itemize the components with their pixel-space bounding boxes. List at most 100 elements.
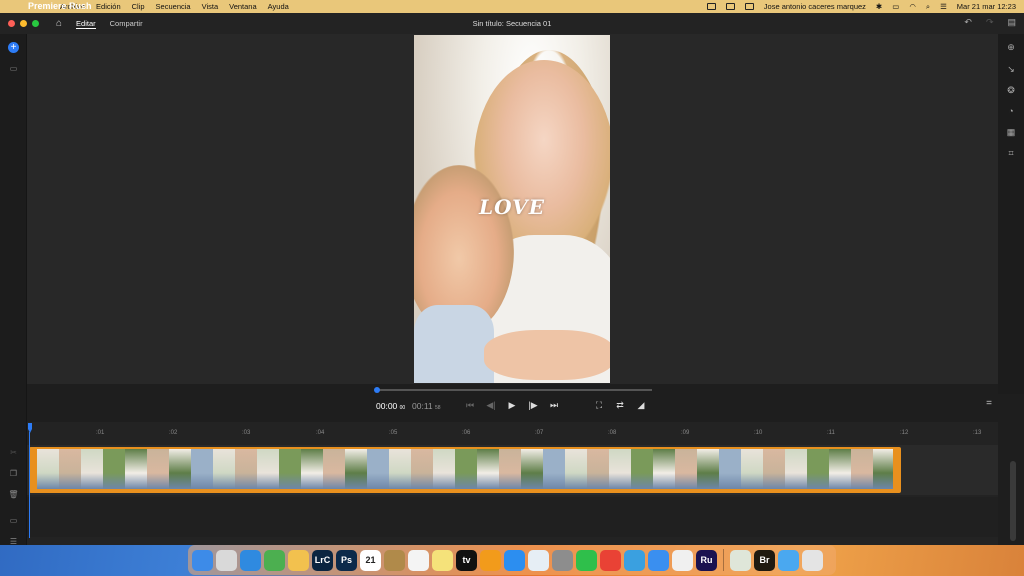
photos-icon[interactable] xyxy=(288,549,309,571)
audio-icon[interactable]: ▦ xyxy=(1006,127,1016,137)
title-bar: ⌂ Editar Compartir Sin título: Secuencia… xyxy=(0,13,1024,34)
app-window: ⌂ Editar Compartir Sin título: Secuencia… xyxy=(0,13,1024,545)
preview-icon[interactable] xyxy=(528,549,549,571)
time-ruler[interactable]: :01 :02 :03 :04 :05 :06 :07 :08 :09 :10 … xyxy=(27,422,998,444)
menu-edicion[interactable]: Edición xyxy=(96,2,121,11)
folder-icon[interactable] xyxy=(778,549,799,571)
menu-secuencia[interactable]: Secuencia xyxy=(156,2,191,11)
clock[interactable]: Mar 21 mar 12:23 xyxy=(957,2,1016,11)
screenshot-icon[interactable] xyxy=(730,549,751,571)
notes-yellow-icon[interactable] xyxy=(432,549,453,571)
zoom-window-button[interactable] xyxy=(32,20,39,27)
duplicate-icon[interactable]: ❐ xyxy=(8,469,19,478)
video-track xyxy=(27,445,998,495)
timeline[interactable]: :01 :02 :03 :04 :05 :06 :07 :08 :09 :10 … xyxy=(27,422,998,545)
home-icon[interactable]: ⌂ xyxy=(56,18,62,29)
titles-icon[interactable]: ⊕ xyxy=(1006,42,1016,52)
color-icon[interactable]: ❂ xyxy=(1006,85,1016,95)
creative-cloud-icon[interactable] xyxy=(725,3,735,10)
clip-thumbnail xyxy=(81,449,103,489)
scrub-bar[interactable] xyxy=(374,387,652,393)
lightroom-classic-icon[interactable]: LrC xyxy=(312,549,333,571)
fit-frame-icon[interactable]: ⛶ xyxy=(594,400,604,411)
menu-clip[interactable]: Clip xyxy=(132,2,145,11)
trash-icon[interactable] xyxy=(802,549,823,571)
maps-icon[interactable] xyxy=(264,549,285,571)
clip-thumbnail xyxy=(433,449,455,489)
pages-icon[interactable] xyxy=(480,549,501,571)
app-store-icon[interactable] xyxy=(504,549,525,571)
split-icon[interactable]: ✂ xyxy=(8,448,19,457)
undo-icon[interactable]: ↶ xyxy=(964,17,972,28)
whatsapp-icon[interactable] xyxy=(576,549,597,571)
track-controls-icon[interactable]: ▭ xyxy=(8,516,19,525)
reminders-icon[interactable] xyxy=(408,549,429,571)
step-back-icon[interactable]: ◀| xyxy=(486,400,496,411)
clip-thumbnail xyxy=(191,449,213,489)
media-bin-icon[interactable]: ▭ xyxy=(8,64,19,73)
premiere-rush-icon[interactable]: Ru xyxy=(696,549,717,571)
comments-icon[interactable]: ▤ xyxy=(1007,17,1016,28)
menu-ventana[interactable]: Ventana xyxy=(229,2,257,11)
photoshop-icon[interactable]: Ps xyxy=(336,549,357,571)
loop-icon[interactable]: ⇄ xyxy=(615,400,625,411)
clip-thumbnail xyxy=(829,449,851,489)
apple-tv-icon[interactable]: tv xyxy=(456,549,477,571)
user-name[interactable]: Jose antonio caceres marquez xyxy=(764,2,866,11)
minimize-window-button[interactable] xyxy=(20,20,27,27)
go-to-end-icon[interactable]: ⏭ xyxy=(549,400,559,411)
wifi-icon[interactable]: ◠ xyxy=(909,2,916,11)
redo-icon[interactable]: ↷ xyxy=(986,17,994,28)
aspect-ratio-icon[interactable]: ◢ xyxy=(636,400,646,411)
tab-editar[interactable]: Editar xyxy=(76,19,96,29)
menu-vista[interactable]: Vista xyxy=(202,2,219,11)
clip-thumbnail xyxy=(719,449,741,489)
transitions-icon[interactable]: ↘ xyxy=(1006,64,1016,74)
clip-thumbnail xyxy=(851,449,873,489)
control-center-icon[interactable]: ☰ xyxy=(940,2,947,11)
timeline-menu-icon[interactable]: = xyxy=(986,398,992,409)
bluetooth-icon[interactable]: ✱ xyxy=(876,2,882,11)
tab-compartir[interactable]: Compartir xyxy=(110,19,143,28)
ruler-tick: :06 xyxy=(462,430,471,436)
chrome-icon[interactable] xyxy=(600,549,621,571)
finder-icon[interactable] xyxy=(192,549,213,571)
keyboard-icon[interactable] xyxy=(672,549,693,571)
timeline-vertical-scrollbar[interactable] xyxy=(1010,461,1016,541)
title-overlay-text[interactable]: LOVE xyxy=(414,195,610,219)
launchpad-icon[interactable] xyxy=(216,549,237,571)
clip-thumbnail xyxy=(125,449,147,489)
add-media-button[interactable]: + xyxy=(8,42,19,53)
clip-thumbnail xyxy=(697,449,719,489)
clip-thumbnail xyxy=(543,449,565,489)
battery-icon[interactable]: ▭ xyxy=(892,2,899,11)
safari-icon[interactable] xyxy=(240,549,261,571)
ruler-tick: :11 xyxy=(827,430,835,436)
system-settings-icon[interactable] xyxy=(552,549,573,571)
video-preview[interactable]: LOVE xyxy=(414,35,610,383)
close-window-button[interactable] xyxy=(8,20,15,27)
play-button[interactable]: ▶ xyxy=(507,400,517,411)
transform-icon[interactable]: ⌗ xyxy=(1006,148,1016,158)
delete-icon[interactable]: 🗑 xyxy=(8,490,19,499)
menu-ayuda[interactable]: Ayuda xyxy=(268,2,289,11)
scrub-handle[interactable] xyxy=(374,387,380,393)
step-forward-icon[interactable]: |▶ xyxy=(528,400,538,411)
clip-thumbnail xyxy=(763,449,785,489)
toggle-tracks-icon[interactable]: ☰ xyxy=(8,537,19,545)
search-icon[interactable]: ⌕ xyxy=(926,2,930,12)
bridge-icon[interactable]: Br xyxy=(754,549,775,571)
ruler-tick: :09 xyxy=(681,430,690,436)
speed-icon[interactable]: ◔ xyxy=(1006,106,1016,116)
notes-icon[interactable] xyxy=(384,549,405,571)
empty-track xyxy=(27,497,998,537)
video-clip[interactable] xyxy=(29,447,901,493)
screen-record-icon[interactable] xyxy=(706,3,716,10)
scissors-icon[interactable] xyxy=(624,549,645,571)
calendar-icon[interactable]: 21 xyxy=(360,549,381,571)
mail-icon[interactable] xyxy=(648,549,669,571)
user-menu-icon[interactable] xyxy=(744,3,754,10)
clip-thumbnail xyxy=(279,449,301,489)
clip-thumbnail xyxy=(521,449,543,489)
go-to-start-icon[interactable]: ⏮ xyxy=(465,400,475,411)
